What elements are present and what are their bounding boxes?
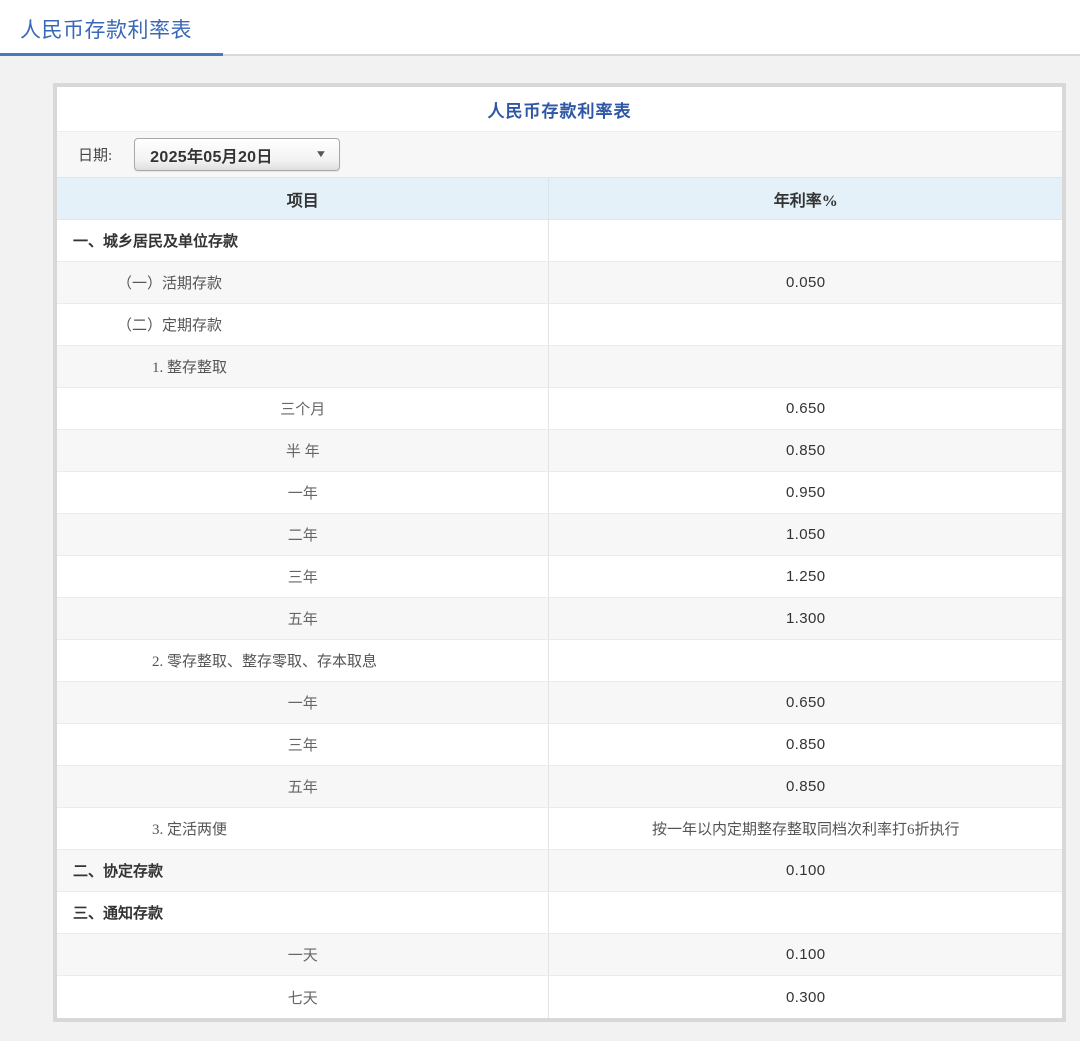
column-header-item: 项目	[57, 178, 549, 219]
row-value	[549, 220, 1062, 261]
row-label: （一）活期存款	[57, 262, 549, 303]
row-label: 三年	[57, 724, 549, 765]
row-label: 三个月	[57, 388, 549, 429]
row-label: 五年	[57, 598, 549, 639]
row-value	[549, 892, 1062, 933]
table-row: 三个月 0.650	[57, 388, 1062, 430]
row-label: 1. 整存整取	[57, 346, 549, 387]
table-header-row: 项目 年利率%	[57, 178, 1062, 220]
table-row: （一）活期存款 0.050	[57, 262, 1062, 304]
row-value: 按一年以内定期整存整取同档次利率打6折执行	[549, 808, 1062, 849]
table-body: 一、城乡居民及单位存款 （一）活期存款 0.050 （二）定期存款 1. 整存整…	[57, 220, 1062, 1018]
table-row: 半 年 0.850	[57, 430, 1062, 472]
row-value: 0.950	[549, 472, 1062, 513]
row-value: 1.250	[549, 556, 1062, 597]
row-value: 0.300	[549, 976, 1062, 1018]
row-value: 0.650	[549, 388, 1062, 429]
date-select[interactable]: 2025年05月20日 ▼	[134, 138, 340, 171]
table-row: 五年 1.300	[57, 598, 1062, 640]
table-row: 五年 0.850	[57, 766, 1062, 808]
table-row: 二年 1.050	[57, 514, 1062, 556]
row-value	[549, 304, 1062, 345]
row-label: 三年	[57, 556, 549, 597]
table-row: 三年 0.850	[57, 724, 1062, 766]
row-label: （二）定期存款	[57, 304, 549, 345]
row-value: 0.100	[549, 850, 1062, 891]
row-value: 0.650	[549, 682, 1062, 723]
row-value: 0.850	[549, 766, 1062, 807]
table-row: 三年 1.250	[57, 556, 1062, 598]
row-label: 2. 零存整取、整存零取、存本取息	[57, 640, 549, 681]
table-row: 三、通知存款	[57, 892, 1062, 934]
table-row: 3. 定活两便 按一年以内定期整存整取同档次利率打6折执行	[57, 808, 1062, 850]
row-label: 一年	[57, 472, 549, 513]
row-value: 1.300	[549, 598, 1062, 639]
chevron-down-icon: ▼	[315, 149, 328, 160]
table-row: 一、城乡居民及单位存款	[57, 220, 1062, 262]
table-title: 人民币存款利率表	[488, 97, 632, 122]
row-value: 1.050	[549, 514, 1062, 555]
date-select-value: 2025年05月20日	[150, 143, 273, 167]
row-value	[549, 640, 1062, 681]
row-label: 三、通知存款	[57, 892, 549, 933]
row-value: 0.100	[549, 934, 1062, 975]
rate-table-panel: 人民币存款利率表 日期: 2025年05月20日 ▼ 项目 年利率% 一、城乡居…	[53, 83, 1066, 1022]
column-header-rate: 年利率%	[549, 178, 1062, 219]
table-row: 2. 零存整取、整存零取、存本取息	[57, 640, 1062, 682]
table-row: 一年 0.650	[57, 682, 1062, 724]
page-title-underline	[0, 53, 223, 56]
row-label: 一年	[57, 682, 549, 723]
date-row: 日期: 2025年05月20日 ▼	[57, 132, 1062, 178]
row-label: 五年	[57, 766, 549, 807]
row-label: 七天	[57, 976, 549, 1018]
row-label: 3. 定活两便	[57, 808, 549, 849]
page-header: 人民币存款利率表	[0, 0, 1080, 56]
row-value	[549, 346, 1062, 387]
date-label: 日期:	[78, 144, 112, 165]
row-value: 0.050	[549, 262, 1062, 303]
row-value: 0.850	[549, 430, 1062, 471]
table-row: 一天 0.100	[57, 934, 1062, 976]
table-row: （二）定期存款	[57, 304, 1062, 346]
table-row: 七天 0.300	[57, 976, 1062, 1018]
table-title-row: 人民币存款利率表	[57, 87, 1062, 132]
row-label: 一天	[57, 934, 549, 975]
table-row: 二、协定存款 0.100	[57, 850, 1062, 892]
table-row: 1. 整存整取	[57, 346, 1062, 388]
row-label: 二、协定存款	[57, 850, 549, 891]
page-title: 人民币存款利率表	[20, 14, 192, 44]
row-label: 二年	[57, 514, 549, 555]
table-row: 一年 0.950	[57, 472, 1062, 514]
row-label: 半 年	[57, 430, 549, 471]
row-value: 0.850	[549, 724, 1062, 765]
row-label: 一、城乡居民及单位存款	[57, 220, 549, 261]
